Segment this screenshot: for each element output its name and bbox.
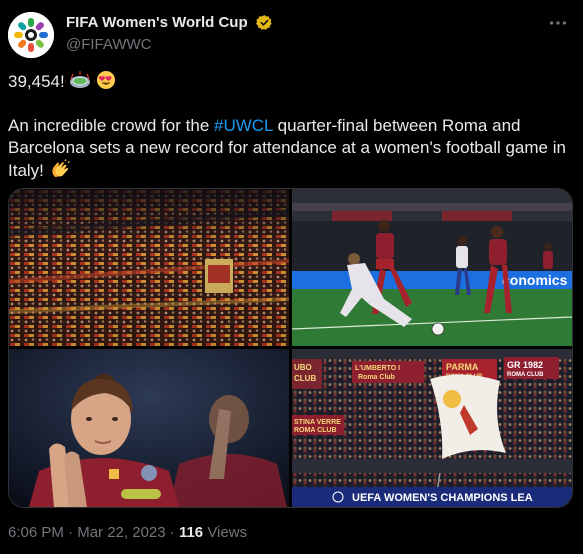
photo-match-action[interactable]: conomics: [292, 189, 572, 346]
author-handle[interactable]: @FIFAWWC: [66, 36, 273, 53]
tweet: FIFA Women's World Cup @FIFAWWC 39,454!: [0, 0, 583, 554]
author-display-name[interactable]: FIFA Women's World Cup: [66, 14, 248, 31]
tweet-meta: 6:06 PM · Mar 22, 2023 · 116 Views: [8, 524, 247, 541]
uefa-ad-text: UEFA WOMEN'S CHAMPIONS LEA: [352, 492, 533, 504]
views-label: Views: [207, 524, 248, 541]
tweet-text: 39,454! An incredible crowd for the #UWC…: [8, 70, 570, 182]
banner-text-3: GR 1982 ROMA CLUB: [507, 360, 544, 378]
tweet-line-1: 39,454!: [8, 70, 570, 93]
clapping-hands-emoji-icon: [51, 159, 70, 177]
match-action-image: conomics: [292, 189, 572, 346]
banner-text-5: STINA VERRE ROMA CLUB: [294, 419, 341, 434]
stadium-emoji-icon: [70, 71, 91, 88]
tweet-time[interactable]: 6:06 PM: [8, 524, 64, 541]
hashtag-link[interactable]: #UWCL: [214, 116, 273, 135]
meta-separator: ·: [169, 524, 175, 541]
attendance-figure: 39,454!: [8, 72, 65, 91]
crowd-scarves-image: [9, 189, 289, 346]
ad-board-text: conomics: [502, 272, 568, 288]
fifa-wwc-logo-icon: [8, 12, 54, 58]
more-options-icon[interactable]: [547, 12, 569, 34]
author-avatar[interactable]: [8, 12, 54, 58]
stands-flag-image: UBOCLUB L'UMBERTO IRoma Club PARMAROMA C…: [292, 349, 572, 507]
tweet-date[interactable]: Mar 22, 2023: [77, 524, 165, 541]
players-applauding-image: [9, 349, 289, 507]
photo-crowd-scarves[interactable]: [9, 189, 289, 346]
tweet-line-2: An incredible crowd for the #UWCL quarte…: [8, 116, 566, 180]
heart-eyes-emoji-icon: [97, 71, 116, 89]
views-count: 116: [178, 524, 204, 541]
meta-separator: ·: [68, 524, 74, 541]
author-info: FIFA Women's World Cup @FIFAWWC: [66, 14, 273, 53]
football: [431, 322, 445, 336]
verified-badge-icon: [256, 15, 272, 31]
media-grid[interactable]: conomics UBO CLUB L'UMBERTO I Roma Club …: [8, 188, 573, 508]
photo-stands-flag[interactable]: UBOCLUB L'UMBERTO IRoma Club PARMAROMA C…: [292, 349, 572, 507]
photo-players-applauding[interactable]: [9, 349, 289, 507]
